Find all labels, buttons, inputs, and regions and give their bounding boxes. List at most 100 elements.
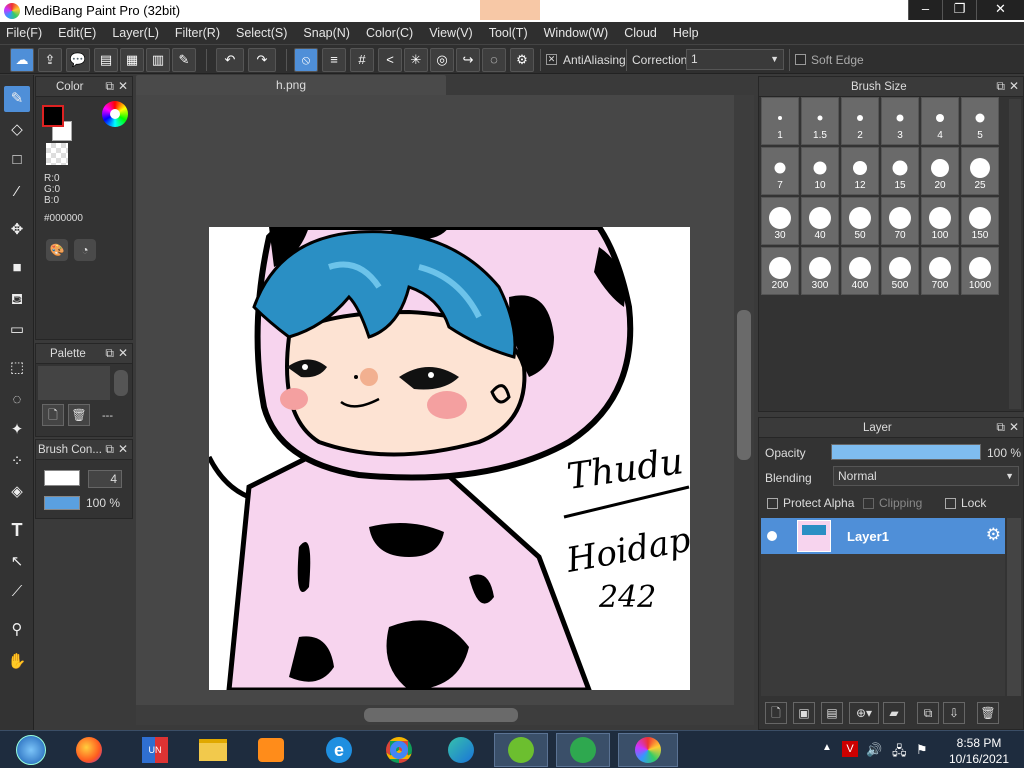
menu-snap[interactable]: Snap(N)	[303, 26, 350, 40]
palette-scrollbar[interactable]	[114, 370, 128, 396]
unikey-tray-icon[interactable]: V	[842, 741, 858, 757]
canvas-horizontal-scrollbar[interactable]	[136, 705, 754, 725]
new-1bit-layer-icon[interactable]: ▤	[821, 702, 843, 724]
share-icon[interactable]: ⇪	[38, 48, 62, 72]
brush-size-option[interactable]: 700	[921, 247, 959, 295]
chrome-icon[interactable]	[372, 733, 426, 767]
canvas-vertical-scrollbar[interactable]	[734, 95, 754, 705]
menu-window[interactable]: Window(W)	[544, 26, 609, 40]
menu-color[interactable]: Color(C)	[366, 26, 413, 40]
brush-size-option[interactable]: 200	[761, 247, 799, 295]
gradient-tool-icon[interactable]: ▭	[4, 317, 30, 343]
clipping-checkbox[interactable]	[863, 498, 874, 509]
menu-help[interactable]: Help	[673, 26, 699, 40]
brush-size-option[interactable]: 40	[801, 197, 839, 245]
network-icon[interactable]: 🖧	[892, 742, 907, 764]
media-player-icon[interactable]	[244, 733, 298, 767]
divide-tool-icon[interactable]: ⟋	[4, 579, 30, 605]
minimize-button[interactable]: –	[908, 0, 942, 20]
transparent-color-swatch[interactable]	[46, 143, 68, 165]
snap-parallel-icon[interactable]: ≡	[322, 48, 346, 72]
blending-select[interactable]: Normal ▼	[833, 466, 1019, 486]
artwork-canvas[interactable]: Thudu Hoidap 242	[209, 227, 690, 690]
antialiasing-checkbox[interactable]: ✕	[546, 54, 557, 65]
snap-concentric-icon[interactable]: ◎	[430, 48, 454, 72]
brush-tool-icon[interactable]: ✎	[4, 86, 30, 112]
brush-size-option[interactable]: 2	[841, 97, 879, 145]
popout-icon[interactable]: ⧉	[105, 442, 114, 457]
volume-icon[interactable]: 🔊	[866, 742, 882, 758]
snap-off-icon[interactable]: ⦸	[294, 48, 318, 72]
lasso-select-icon[interactable]: ◌	[4, 387, 30, 413]
delete-palette-icon[interactable]: 🗑	[68, 404, 90, 426]
brush-size-option[interactable]: 3	[881, 97, 919, 145]
close-icon[interactable]: ✕	[118, 346, 128, 360]
popout-icon[interactable]: ⧉	[996, 420, 1005, 435]
shape-tool-icon[interactable]: ■	[4, 255, 30, 281]
brush-size-option[interactable]: 1.5	[801, 97, 839, 145]
menu-tool[interactable]: Tool(T)	[489, 26, 528, 40]
medibang-taskbar-icon[interactable]	[618, 733, 678, 767]
soft-edge-checkbox[interactable]	[795, 54, 806, 65]
close-icon[interactable]: ✕	[118, 79, 128, 93]
internet-explorer-icon[interactable]: e	[312, 733, 366, 767]
magic-wand-icon[interactable]: ✦	[4, 417, 30, 443]
undo-icon[interactable]: ↶	[216, 48, 244, 72]
visibility-eye-icon[interactable]	[767, 531, 777, 541]
close-icon[interactable]: ✕	[1009, 79, 1019, 93]
correction-select[interactable]: 1 ▼	[686, 49, 784, 70]
color-history-icon[interactable]: ◔	[74, 239, 96, 261]
snap-radial-icon[interactable]: ✳	[404, 48, 428, 72]
brush-opacity-value[interactable]: 100 %	[86, 496, 120, 510]
brush-size-option[interactable]: 150	[961, 197, 999, 245]
color-wheel-icon[interactable]	[102, 101, 128, 127]
brush-size-option[interactable]: 1	[761, 97, 799, 145]
palette-list[interactable]	[38, 366, 110, 400]
brush-size-option[interactable]: 30	[761, 197, 799, 245]
snap-ellipse-icon[interactable]: ◌	[482, 48, 506, 72]
close-icon[interactable]: ✕	[118, 442, 128, 456]
redo-icon[interactable]: ↷	[248, 48, 276, 72]
protect-alpha-checkbox[interactable]	[767, 498, 778, 509]
operation-tool-icon[interactable]: ↖	[4, 549, 30, 575]
settings-gear-icon[interactable]: ⚙	[510, 48, 534, 72]
brush-size-option[interactable]: 15	[881, 147, 919, 195]
canvas-viewport[interactable]: Thudu Hoidap 242	[136, 95, 734, 705]
document-tab[interactable]: h.png	[136, 75, 446, 95]
brush-size-option[interactable]: 70	[881, 197, 919, 245]
brush-size-option[interactable]: 100	[921, 197, 959, 245]
new-palette-icon[interactable]: 🗋	[42, 404, 64, 426]
edge-icon[interactable]	[434, 733, 488, 767]
coccoc-icon[interactable]	[494, 733, 548, 767]
hand-tool-icon[interactable]: ✋	[4, 649, 30, 675]
dot-tool-icon[interactable]: □	[4, 147, 30, 173]
snap-grid-icon[interactable]: #	[350, 48, 374, 72]
speech-bubble-icon[interactable]: ▤	[94, 48, 118, 72]
menu-select[interactable]: Select(S)	[236, 26, 287, 40]
fill-bucket-icon[interactable]: ⛾	[4, 287, 30, 313]
vertical-scroll-thumb[interactable]	[737, 310, 751, 460]
brush-size-option[interactable]: 500	[881, 247, 919, 295]
brush-size-option[interactable]: 10	[801, 147, 839, 195]
document-icon[interactable]: ▦	[120, 48, 144, 72]
duplicate-layer-icon[interactable]: ⧉	[917, 702, 939, 724]
lock-checkbox[interactable]	[945, 498, 956, 509]
blur-tool-icon[interactable]: ⁄	[4, 179, 30, 205]
restore-button[interactable]: ❐	[942, 0, 976, 20]
page-list-icon[interactable]: ▥	[146, 48, 170, 72]
horizontal-scroll-thumb[interactable]	[364, 708, 518, 722]
brush-size-option[interactable]: 50	[841, 197, 879, 245]
menu-layer[interactable]: Layer(L)	[112, 26, 159, 40]
unikey-icon[interactable]: UN	[128, 733, 182, 767]
menu-edit[interactable]: Edit(E)	[58, 26, 96, 40]
show-hidden-icons-icon[interactable]: ▲	[822, 742, 832, 753]
snap-curve-icon[interactable]: ↪	[456, 48, 480, 72]
menu-view[interactable]: View(V)	[429, 26, 473, 40]
delete-layer-icon[interactable]: 🗑	[977, 702, 999, 724]
select-pen-icon[interactable]: ⁘	[4, 449, 30, 475]
start-button[interactable]	[4, 733, 58, 767]
brush-size-option[interactable]: 5	[961, 97, 999, 145]
opacity-slider[interactable]	[831, 444, 981, 460]
eyedropper-icon[interactable]: ⚲	[4, 617, 30, 643]
brush-size-option[interactable]: 20	[921, 147, 959, 195]
